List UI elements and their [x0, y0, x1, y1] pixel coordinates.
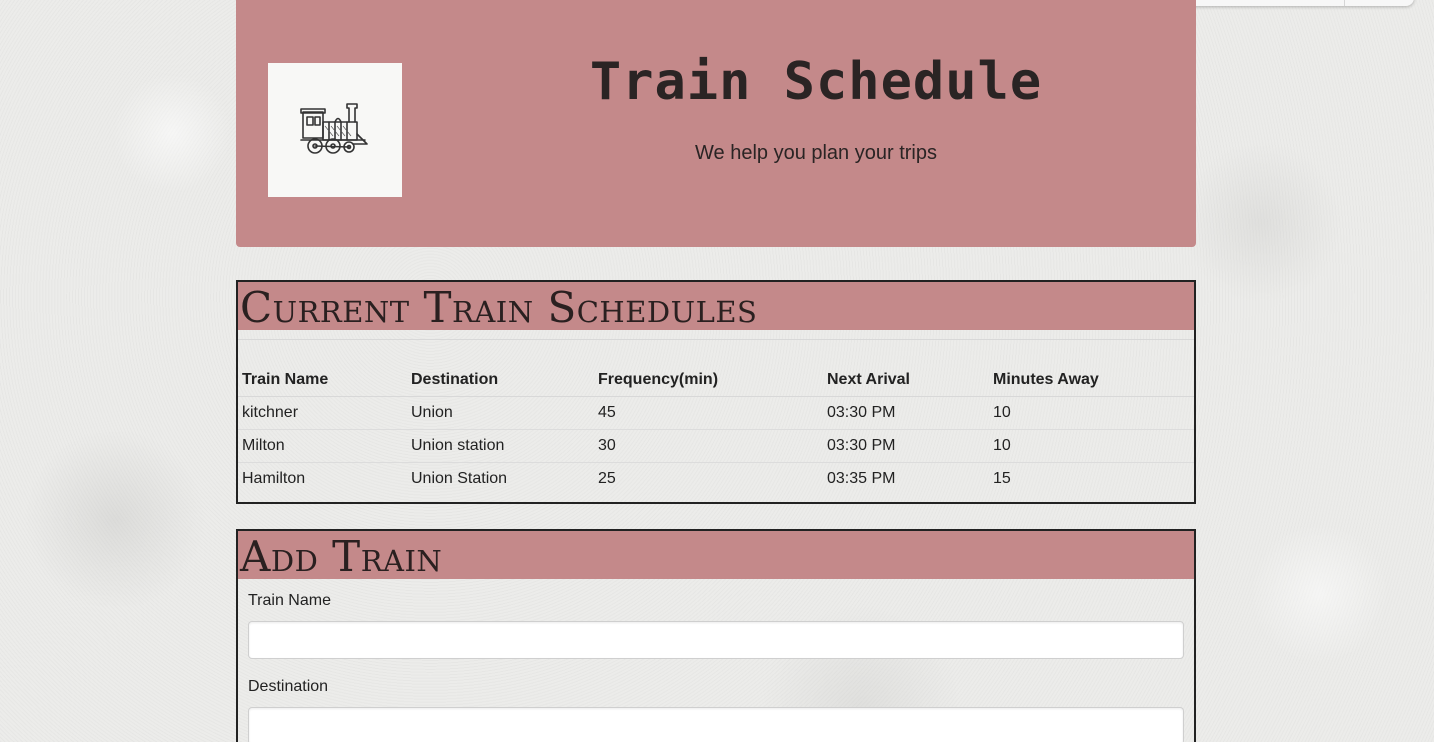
- cell-minutes-away: 10: [989, 396, 1194, 430]
- cell-destination: Union station: [407, 429, 594, 463]
- schedule-title: Current Train Schedules: [240, 283, 758, 332]
- train-name-group: Train Name: [248, 592, 1184, 659]
- add-train-panel: Add Train Train Name Destination: [236, 529, 1196, 742]
- schedule-table: Train Name Destination Frequency(min) Ne…: [238, 339, 1194, 495]
- cell-minutes-away: 15: [989, 462, 1194, 495]
- destination-input[interactable]: [248, 707, 1184, 742]
- table-row: Hamilton Union Station 25 03:35 PM 15: [238, 462, 1194, 495]
- train-locomotive-icon: [300, 103, 368, 154]
- cell-frequency: 45: [594, 396, 823, 430]
- cell-train-name: Hamilton: [238, 462, 407, 495]
- destination-label: Destination: [248, 678, 329, 695]
- column-header-frequency: Frequency(min): [594, 339, 823, 397]
- cell-frequency: 25: [594, 462, 823, 495]
- train-name-input[interactable]: [248, 621, 1184, 659]
- cell-next-arrival: 03:30 PM: [823, 396, 989, 430]
- cell-train-name: Milton: [238, 429, 407, 463]
- overlay-tab-divider: [1344, 0, 1345, 6]
- table-row: kitchner Union 45 03:30 PM 10: [238, 396, 1194, 430]
- cell-frequency: 30: [594, 429, 823, 463]
- table-row: Milton Union station 30 03:30 PM 10: [238, 429, 1194, 463]
- add-train-title: Add Train: [240, 532, 443, 581]
- column-header-destination: Destination: [407, 339, 594, 397]
- schedule-panel-heading: Current Train Schedules: [238, 282, 1194, 332]
- destination-group: Destination: [248, 678, 1184, 742]
- add-train-panel-heading: Add Train: [238, 531, 1194, 581]
- cell-next-arrival: 03:30 PM: [823, 429, 989, 463]
- header-jumbotron: Train Schedule We help you plan your tri…: [236, 0, 1196, 247]
- cell-train-name: kitchner: [238, 396, 407, 430]
- column-header-train-name: Train Name: [238, 339, 407, 397]
- cell-next-arrival: 03:35 PM: [823, 462, 989, 495]
- page-subtitle: We help you plan your trips: [695, 142, 937, 164]
- column-header-minutes-away: Minutes Away: [989, 339, 1194, 397]
- page-title: Train Schedule: [589, 52, 1043, 112]
- schedule-panel: Current Train Schedules Train Name Desti…: [236, 280, 1196, 504]
- logo: [268, 63, 402, 197]
- cell-destination: Union Station: [407, 462, 594, 495]
- column-header-next-arrival: Next Arival: [823, 339, 989, 397]
- table-header-row: Train Name Destination Frequency(min) Ne…: [238, 339, 1194, 397]
- train-name-label: Train Name: [248, 592, 331, 609]
- cell-destination: Union: [407, 396, 594, 430]
- cell-minutes-away: 10: [989, 429, 1194, 463]
